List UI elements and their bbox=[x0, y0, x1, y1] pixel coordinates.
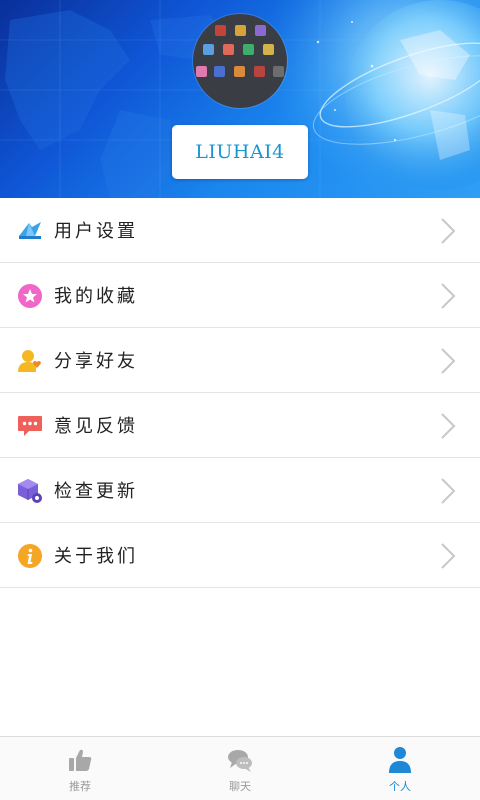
user-heart-icon bbox=[18, 350, 41, 372]
settings-menu: 用户设置 我的收藏 分享好友 意见反馈 检查更新 关于我们 bbox=[0, 198, 480, 588]
tab-label: 推荐 bbox=[69, 780, 91, 793]
tab-label: 聊天 bbox=[229, 780, 251, 793]
app-tile bbox=[254, 66, 265, 77]
menu-label: 关于我们 bbox=[54, 546, 138, 567]
menu-item-share-friends[interactable]: 分享好友 bbox=[0, 328, 480, 393]
chat-bubble-icon bbox=[18, 416, 42, 436]
username-box[interactable]: LIUHAI4 bbox=[172, 125, 308, 179]
chevron-right-icon bbox=[441, 218, 456, 244]
app-tile bbox=[215, 25, 226, 36]
app-tile bbox=[243, 44, 254, 55]
menu-label: 意见反馈 bbox=[54, 416, 138, 437]
chevron-right-icon bbox=[441, 478, 456, 504]
app-tile bbox=[223, 44, 234, 55]
chevron-right-icon bbox=[441, 348, 456, 374]
menu-item-favorites[interactable]: 我的收藏 bbox=[0, 263, 480, 328]
tab-chat[interactable]: 聊天 bbox=[160, 737, 320, 800]
menu-label: 检查更新 bbox=[54, 481, 138, 502]
tab-personal[interactable]: 个人 bbox=[320, 737, 480, 800]
menu-item-user-settings[interactable]: 用户设置 bbox=[0, 198, 480, 263]
chat-icon bbox=[228, 750, 252, 772]
username: LIUHAI4 bbox=[195, 141, 285, 163]
tab-recommend[interactable]: 推荐 bbox=[0, 737, 160, 800]
menu-item-check-update[interactable]: 检查更新 bbox=[0, 458, 480, 523]
chevron-right-icon bbox=[441, 283, 456, 309]
menu-label: 我的收藏 bbox=[54, 286, 138, 307]
cube-gear-icon bbox=[18, 479, 42, 503]
info-circle-icon bbox=[18, 544, 42, 568]
thumbs-up-icon bbox=[69, 749, 92, 771]
menu-label: 用户设置 bbox=[54, 221, 138, 242]
tab-label: 个人 bbox=[389, 780, 411, 793]
paper-plane-icon bbox=[19, 222, 41, 239]
avatar[interactable] bbox=[193, 14, 287, 108]
menu-label: 分享好友 bbox=[54, 351, 138, 372]
chevron-right-icon bbox=[441, 413, 456, 439]
app-tile bbox=[203, 44, 214, 55]
menu-item-about-us[interactable]: 关于我们 bbox=[0, 523, 480, 588]
bottom-tab-bar: 推荐 聊天 个人 bbox=[0, 736, 480, 800]
profile-header: LIUHAI4 bbox=[0, 0, 480, 198]
app-tile bbox=[214, 66, 225, 77]
menu-item-feedback[interactable]: 意见反馈 bbox=[0, 393, 480, 458]
app-tile bbox=[234, 66, 245, 77]
chevron-right-icon bbox=[441, 543, 456, 569]
app-tile bbox=[255, 25, 266, 36]
app-tile bbox=[196, 66, 207, 77]
app-tile bbox=[263, 44, 274, 55]
star-badge-icon bbox=[18, 284, 42, 308]
app-tile bbox=[273, 66, 284, 77]
app-tile bbox=[235, 25, 246, 36]
person-icon bbox=[389, 747, 411, 773]
